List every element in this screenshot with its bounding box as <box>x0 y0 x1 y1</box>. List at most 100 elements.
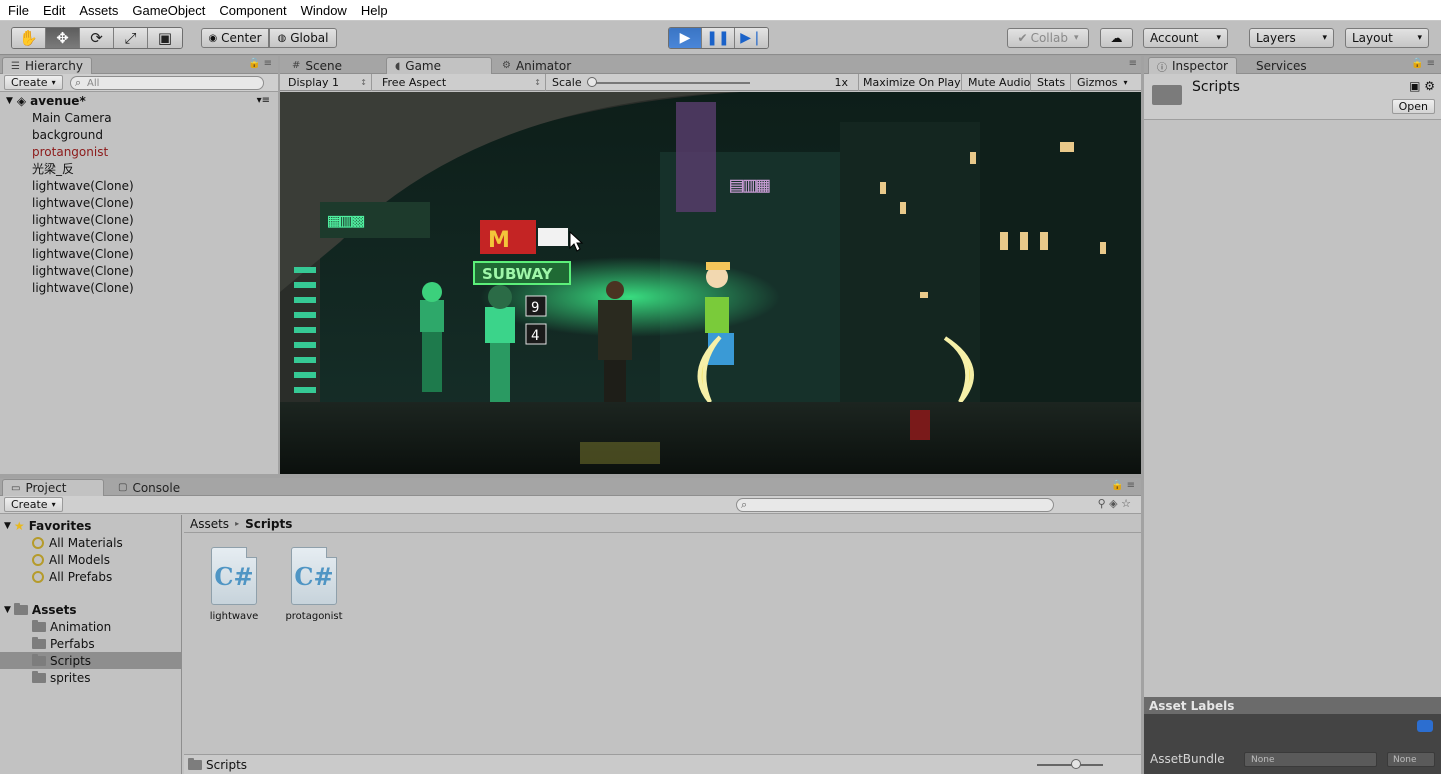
collab-dropdown[interactable]: ✔ Collab <box>1007 28 1089 48</box>
tab-scene[interactable]: # Scene <box>284 57 350 74</box>
layout-label: Layout <box>1352 31 1393 45</box>
project-panel: ▭ Project ▢ Console 🔒 ≡ Create ⚲ ◈ ☆ ▼ ★… <box>0 478 1141 774</box>
scene-row[interactable]: ▼ ◈ avenue* ▾≡ <box>0 92 278 109</box>
layout-dropdown[interactable]: Layout <box>1345 28 1429 48</box>
hierarchy-item[interactable]: lightwave(Clone) <box>0 177 278 194</box>
project-create-button[interactable]: Create <box>4 497 63 512</box>
tab-project[interactable]: ▭ Project <box>2 479 104 496</box>
hand-tool-icon[interactable]: ✋ <box>12 28 46 48</box>
menu-help[interactable]: Help <box>361 3 388 18</box>
hierarchy-item-label: lightwave(Clone) <box>32 280 134 295</box>
script-file-lightwave[interactable]: C# lightwave <box>199 547 269 622</box>
tab-console[interactable]: ▢ Console <box>110 479 188 496</box>
step-button[interactable]: ▶❘ <box>735 28 768 48</box>
aspect-dropdown[interactable]: Free Aspect <box>378 74 546 91</box>
scale-slider-track[interactable] <box>592 82 750 84</box>
rect-tool-icon[interactable]: ▣ <box>148 28 182 48</box>
breadcrumb-current[interactable]: Scripts <box>245 517 292 531</box>
tab-animator[interactable]: ⚙ Animator <box>494 57 579 74</box>
hierarchy-item[interactable]: Main Camera <box>0 109 278 126</box>
project-options-icon[interactable]: 🔒 ≡ <box>1111 480 1135 491</box>
tab-hierarchy[interactable]: ☰ Hierarchy <box>2 57 92 74</box>
folder-icon <box>32 619 46 632</box>
hierarchy-item[interactable]: 光梁_反 <box>0 160 278 177</box>
tab-hierarchy-label: Hierarchy <box>24 59 83 73</box>
asset-folder-item[interactable]: Scripts <box>0 652 181 669</box>
hierarchy-create-button[interactable]: Create <box>4 75 63 90</box>
asset-folder-item[interactable]: sprites <box>0 669 181 686</box>
game-panel-options-icon[interactable]: ≡ <box>1129 58 1137 69</box>
game-view[interactable]: ▦▥▩ ▤▥▦ M SUBWAY 9 4 <box>280 92 1141 474</box>
filter-icons[interactable]: ⚲ ◈ ☆ <box>1098 497 1131 510</box>
expand-arrow-icon: ▼ <box>4 520 11 531</box>
account-dropdown[interactable]: Account <box>1143 28 1228 48</box>
menu-window[interactable]: Window <box>301 3 347 18</box>
asset-folder-item[interactable]: Perfabs <box>0 635 181 652</box>
hierarchy-item[interactable]: lightwave(Clone) <box>0 228 278 245</box>
play-button[interactable]: ▶ <box>669 28 702 48</box>
rotate-tool-icon[interactable]: ⟳ <box>80 28 114 48</box>
menu-gameobject[interactable]: GameObject <box>132 3 205 18</box>
hierarchy-search-input[interactable]: All <box>70 76 264 90</box>
move-tool-icon[interactable]: ✥ <box>46 28 80 48</box>
maximize-on-play-toggle[interactable]: Maximize On Play <box>858 74 962 91</box>
pause-button[interactable]: ❚❚ <box>702 28 735 48</box>
list-icon: ☰ <box>11 60 20 72</box>
number-sign-9-text: 9 <box>531 300 539 316</box>
hierarchy-item[interactable]: lightwave(Clone) <box>0 262 278 279</box>
icon-size-slider[interactable] <box>1037 764 1103 766</box>
display-dropdown[interactable]: Display 1 <box>284 74 372 91</box>
hierarchy-create-label: Create <box>11 76 48 89</box>
menu-bar: File Edit Assets GameObject Component Wi… <box>0 0 1441 21</box>
pause-icon: ❚❚ <box>706 30 730 46</box>
favorite-item[interactable]: All Models <box>32 551 110 568</box>
scale-tool-icon[interactable]: ⤢ <box>114 28 148 48</box>
hierarchy-item[interactable]: protangonist <box>0 143 278 160</box>
tab-game[interactable]: ◖ Game <box>386 57 492 74</box>
dropdown-arrow-icon: ▾ <box>1123 78 1128 87</box>
center-tabbar: # Scene ◖ Game ⚙ Animator ≡ <box>280 56 1141 74</box>
asset-bundle-variant-dropdown[interactable]: None <box>1387 752 1435 767</box>
scene-options-icon[interactable]: ▾≡ <box>257 95 270 106</box>
gizmos-dropdown[interactable]: Gizmos ▾ <box>1073 74 1133 91</box>
cloud-button[interactable]: ☁ <box>1100 28 1133 48</box>
building <box>980 92 1141 412</box>
menu-edit[interactable]: Edit <box>43 3 65 18</box>
globe-icon: ◍ <box>277 32 287 44</box>
hierarchy-item[interactable]: lightwave(Clone) <box>0 245 278 262</box>
search-icon <box>32 553 44 566</box>
favorite-item[interactable]: All Materials <box>32 534 123 551</box>
asset-folder-item[interactable]: Animation <box>0 618 181 635</box>
panel-options-icon[interactable]: 🔒 ≡ <box>248 58 272 69</box>
breadcrumb-root[interactable]: Assets <box>190 517 229 531</box>
pivot-global-button[interactable]: ◍ Global <box>269 28 337 48</box>
hierarchy-item[interactable]: lightwave(Clone) <box>0 194 278 211</box>
menu-component[interactable]: Component <box>219 3 286 18</box>
main-toolbar: ✋ ✥ ⟳ ⤢ ▣ ◉ Center ◍ Global ▶ ❚❚ ▶❘ ✔ Co… <box>0 21 1441 55</box>
scale-slider-thumb[interactable] <box>587 77 597 87</box>
layers-dropdown[interactable]: Layers <box>1249 28 1334 48</box>
tag-icon[interactable] <box>1417 720 1433 732</box>
hierarchy-item[interactable]: lightwave(Clone) <box>0 279 278 296</box>
favorites-row[interactable]: ▼ ★ Favorites <box>4 517 91 534</box>
settings-icon[interactable]: ▣ ⚙ <box>1409 79 1435 93</box>
project-search-input[interactable] <box>736 498 1054 512</box>
asset-bundle-dropdown[interactable]: None <box>1244 752 1377 767</box>
hierarchy-tabbar: ☰ Hierarchy 🔒 ≡ <box>0 56 278 74</box>
script-file-protagonist[interactable]: C# protagonist <box>279 547 349 622</box>
menu-assets[interactable]: Assets <box>79 3 118 18</box>
tab-inspector[interactable]: ⓘ Inspector <box>1148 57 1237 74</box>
menu-file[interactable]: File <box>8 3 29 18</box>
hierarchy-item[interactable]: background <box>0 126 278 143</box>
pivot-center-button[interactable]: ◉ Center <box>201 28 269 48</box>
hierarchy-item[interactable]: lightwave(Clone) <box>0 211 278 228</box>
icon-size-slider-thumb[interactable] <box>1071 759 1081 769</box>
favorite-item[interactable]: All Prefabs <box>32 568 112 585</box>
assets-row[interactable]: ▼ Assets <box>4 601 77 618</box>
stats-toggle[interactable]: Stats <box>1033 74 1071 91</box>
tab-services[interactable]: Services <box>1248 57 1315 74</box>
mute-audio-toggle[interactable]: Mute Audio <box>964 74 1031 91</box>
folder-icon: ▭ <box>11 482 21 494</box>
open-button[interactable]: Open <box>1391 99 1435 114</box>
inspector-options-icon[interactable]: 🔒 ≡ <box>1411 58 1435 69</box>
